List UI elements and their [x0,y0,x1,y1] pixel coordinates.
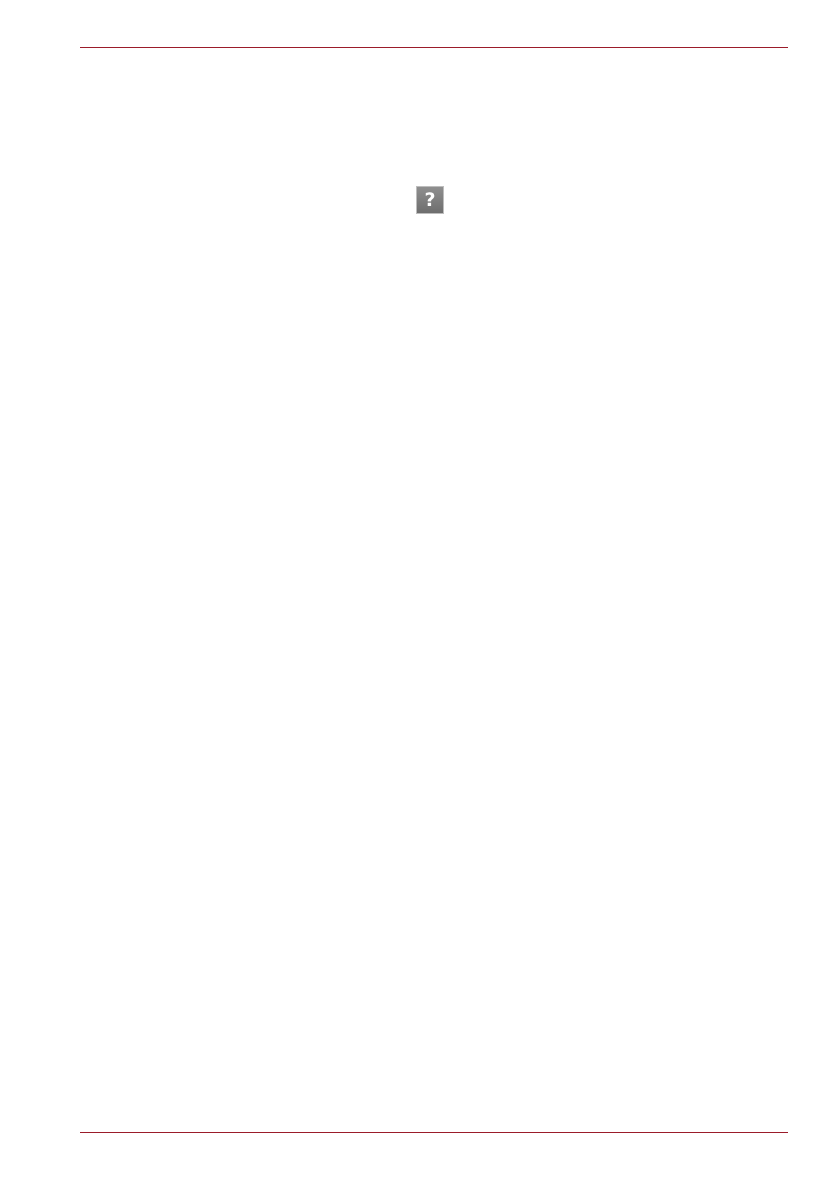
footer-rule [80,1132,788,1133]
help-icon-glyph: ? [424,188,436,211]
help-icon: ? [416,186,444,214]
header-rule [80,47,788,48]
